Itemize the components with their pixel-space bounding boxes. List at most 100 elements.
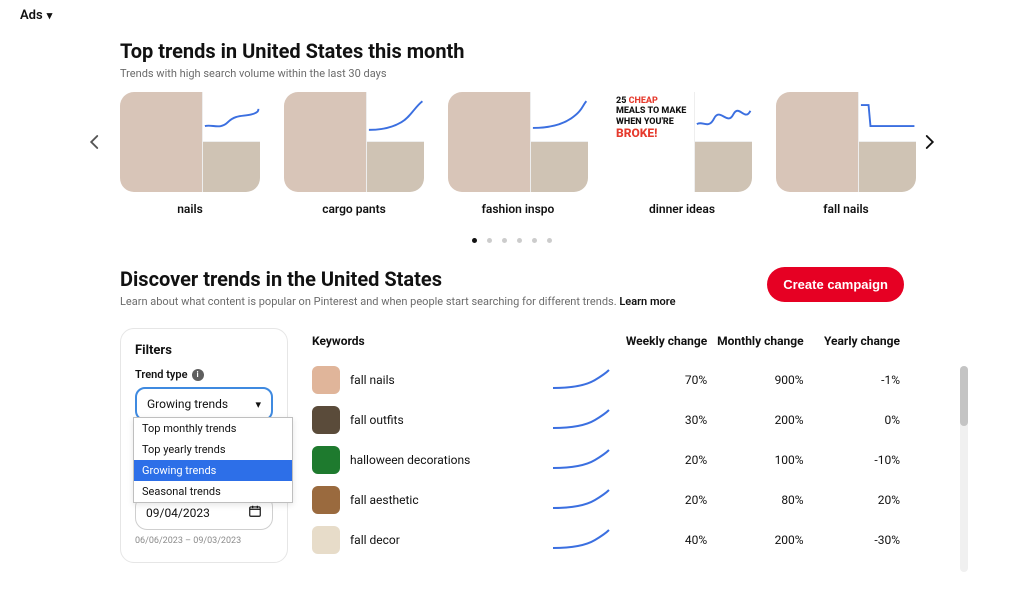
filters-heading: Filters <box>135 343 273 358</box>
col-yearly[interactable]: Yearly change <box>804 334 900 348</box>
trend-image <box>776 92 858 192</box>
keyword-thumb <box>312 366 340 394</box>
monthly-change: 900% <box>707 373 803 387</box>
row-sparkline <box>514 488 610 512</box>
ads-menu[interactable]: Ads <box>20 8 43 23</box>
dropdown-option[interactable]: Growing trends <box>134 460 292 481</box>
trend-type-value: Growing trends <box>147 397 228 411</box>
carousel-dots <box>120 228 904 247</box>
weekly-change: 70% <box>611 373 707 387</box>
trend-image-small <box>694 142 752 192</box>
trend-card-fall-nails[interactable]: fall nails <box>776 92 916 216</box>
trend-card-nails[interactable]: nails <box>120 92 260 216</box>
chevron-right-icon <box>920 133 938 151</box>
table-row[interactable]: halloween decorations 20%100%-10% <box>308 440 904 480</box>
monthly-change: 100% <box>707 453 803 467</box>
trend-image-small <box>366 142 424 192</box>
monthly-change: 80% <box>707 493 803 507</box>
trend-type-select[interactable]: Growing trends ▾ <box>135 387 273 421</box>
trend-label: nails <box>120 202 260 216</box>
keyword-thumb <box>312 486 340 514</box>
table-row[interactable]: fall aesthetic20%80%20% <box>308 480 904 520</box>
discover-subtitle: Learn about what content is popular on P… <box>120 295 676 308</box>
scrollbar-thumb[interactable] <box>960 366 968 426</box>
dropdown-option[interactable]: Top yearly trends <box>134 439 292 460</box>
trend-carousel: nails cargo pants <box>120 92 904 216</box>
carousel-dot[interactable] <box>487 238 492 243</box>
top-trends-title: Top trends in United States this month <box>120 39 904 63</box>
dropdown-option[interactable]: Seasonal trends <box>134 481 292 502</box>
trend-type-dropdown: Top monthly trends Top yearly trends Gro… <box>133 417 293 503</box>
carousel-dot[interactable] <box>517 238 522 243</box>
carousel-dot[interactable] <box>472 238 477 243</box>
chevron-down-icon[interactable]: ▾ <box>47 9 53 22</box>
date-range-caption: 06/06/2023 – 09/03/2023 <box>135 536 273 546</box>
trend-image <box>448 92 530 192</box>
chevron-down-icon: ▾ <box>255 398 261 411</box>
discover-title: Discover trends in the United States <box>120 267 676 291</box>
keyword-text: halloween decorations <box>350 453 470 467</box>
yearly-change: 0% <box>804 413 900 427</box>
monthly-change: 200% <box>707 533 803 547</box>
trend-sparkline <box>202 92 260 142</box>
row-sparkline <box>514 528 610 552</box>
trend-type-label: Trend type i <box>135 368 273 381</box>
chevron-left-icon <box>86 133 104 151</box>
trend-card-cargo-pants[interactable]: cargo pants <box>284 92 424 216</box>
row-sparkline <box>514 408 610 432</box>
yearly-change: -10% <box>804 453 900 467</box>
trend-label: fashion inspo <box>448 202 588 216</box>
discover-header: Discover trends in the United States Lea… <box>120 267 904 308</box>
learn-more-link[interactable]: Learn more <box>619 295 675 308</box>
row-sparkline <box>514 448 610 472</box>
trend-image: 25 CHEAP MEALS TO MAKE WHEN YOU'RE BROKE… <box>612 92 694 192</box>
info-icon[interactable]: i <box>192 369 204 381</box>
top-trends-section: Top trends in United States this month T… <box>120 39 904 247</box>
carousel-dot[interactable] <box>547 238 552 243</box>
row-sparkline <box>514 368 610 392</box>
table-row[interactable]: fall outfits30%200%0% <box>308 400 904 440</box>
date-value: 09/04/2023 <box>146 506 210 520</box>
yearly-change: -1% <box>804 373 900 387</box>
create-campaign-button[interactable]: Create campaign <box>767 267 904 302</box>
calendar-icon <box>248 504 262 521</box>
top-nav: Ads ▾ <box>0 0 1024 31</box>
keyword-text: fall aesthetic <box>350 493 419 507</box>
scrollbar[interactable] <box>960 366 968 572</box>
filters-panel: Filters Trend type i Growing trends ▾ To… <box>120 328 288 563</box>
trend-sparkline <box>858 92 916 142</box>
dropdown-option[interactable]: Top monthly trends <box>134 418 292 439</box>
trend-sparkline <box>694 92 752 142</box>
keyword-text: fall decor <box>350 533 400 547</box>
carousel-next-button[interactable] <box>920 132 938 157</box>
trend-image <box>284 92 366 192</box>
keyword-thumb <box>312 526 340 554</box>
trend-image-small <box>530 142 588 192</box>
trend-image <box>120 92 202 192</box>
col-weekly[interactable]: Weekly change <box>611 334 707 348</box>
trend-sparkline <box>366 92 424 142</box>
col-monthly[interactable]: Monthly change <box>707 334 803 348</box>
weekly-change: 20% <box>611 493 707 507</box>
table-row[interactable]: fall decor 40%200%-30% <box>308 520 904 560</box>
carousel-dot[interactable] <box>532 238 537 243</box>
carousel-prev-button[interactable] <box>86 132 104 157</box>
trend-card-fashion-inspo[interactable]: fashion inspo <box>448 92 588 216</box>
trend-sparkline <box>530 92 588 142</box>
weekly-change: 20% <box>611 453 707 467</box>
weekly-change: 40% <box>611 533 707 547</box>
top-trends-subtitle: Trends with high search volume within th… <box>120 67 904 80</box>
keyword-thumb <box>312 446 340 474</box>
weekly-change: 30% <box>611 413 707 427</box>
trends-table: Keywords spark Weekly change Monthly cha… <box>308 328 904 560</box>
carousel-dot[interactable] <box>502 238 507 243</box>
trend-label: cargo pants <box>284 202 424 216</box>
trend-image-small <box>202 142 260 192</box>
trend-label: dinner ideas <box>612 202 752 216</box>
table-header: Keywords spark Weekly change Monthly cha… <box>308 328 904 354</box>
yearly-change: -30% <box>804 533 900 547</box>
keyword-text: fall outfits <box>350 413 404 427</box>
col-keywords[interactable]: Keywords <box>312 334 514 348</box>
table-row[interactable]: fall nails70%900%-1% <box>308 360 904 400</box>
trend-card-dinner-ideas[interactable]: 25 CHEAP MEALS TO MAKE WHEN YOU'RE BROKE… <box>612 92 752 216</box>
